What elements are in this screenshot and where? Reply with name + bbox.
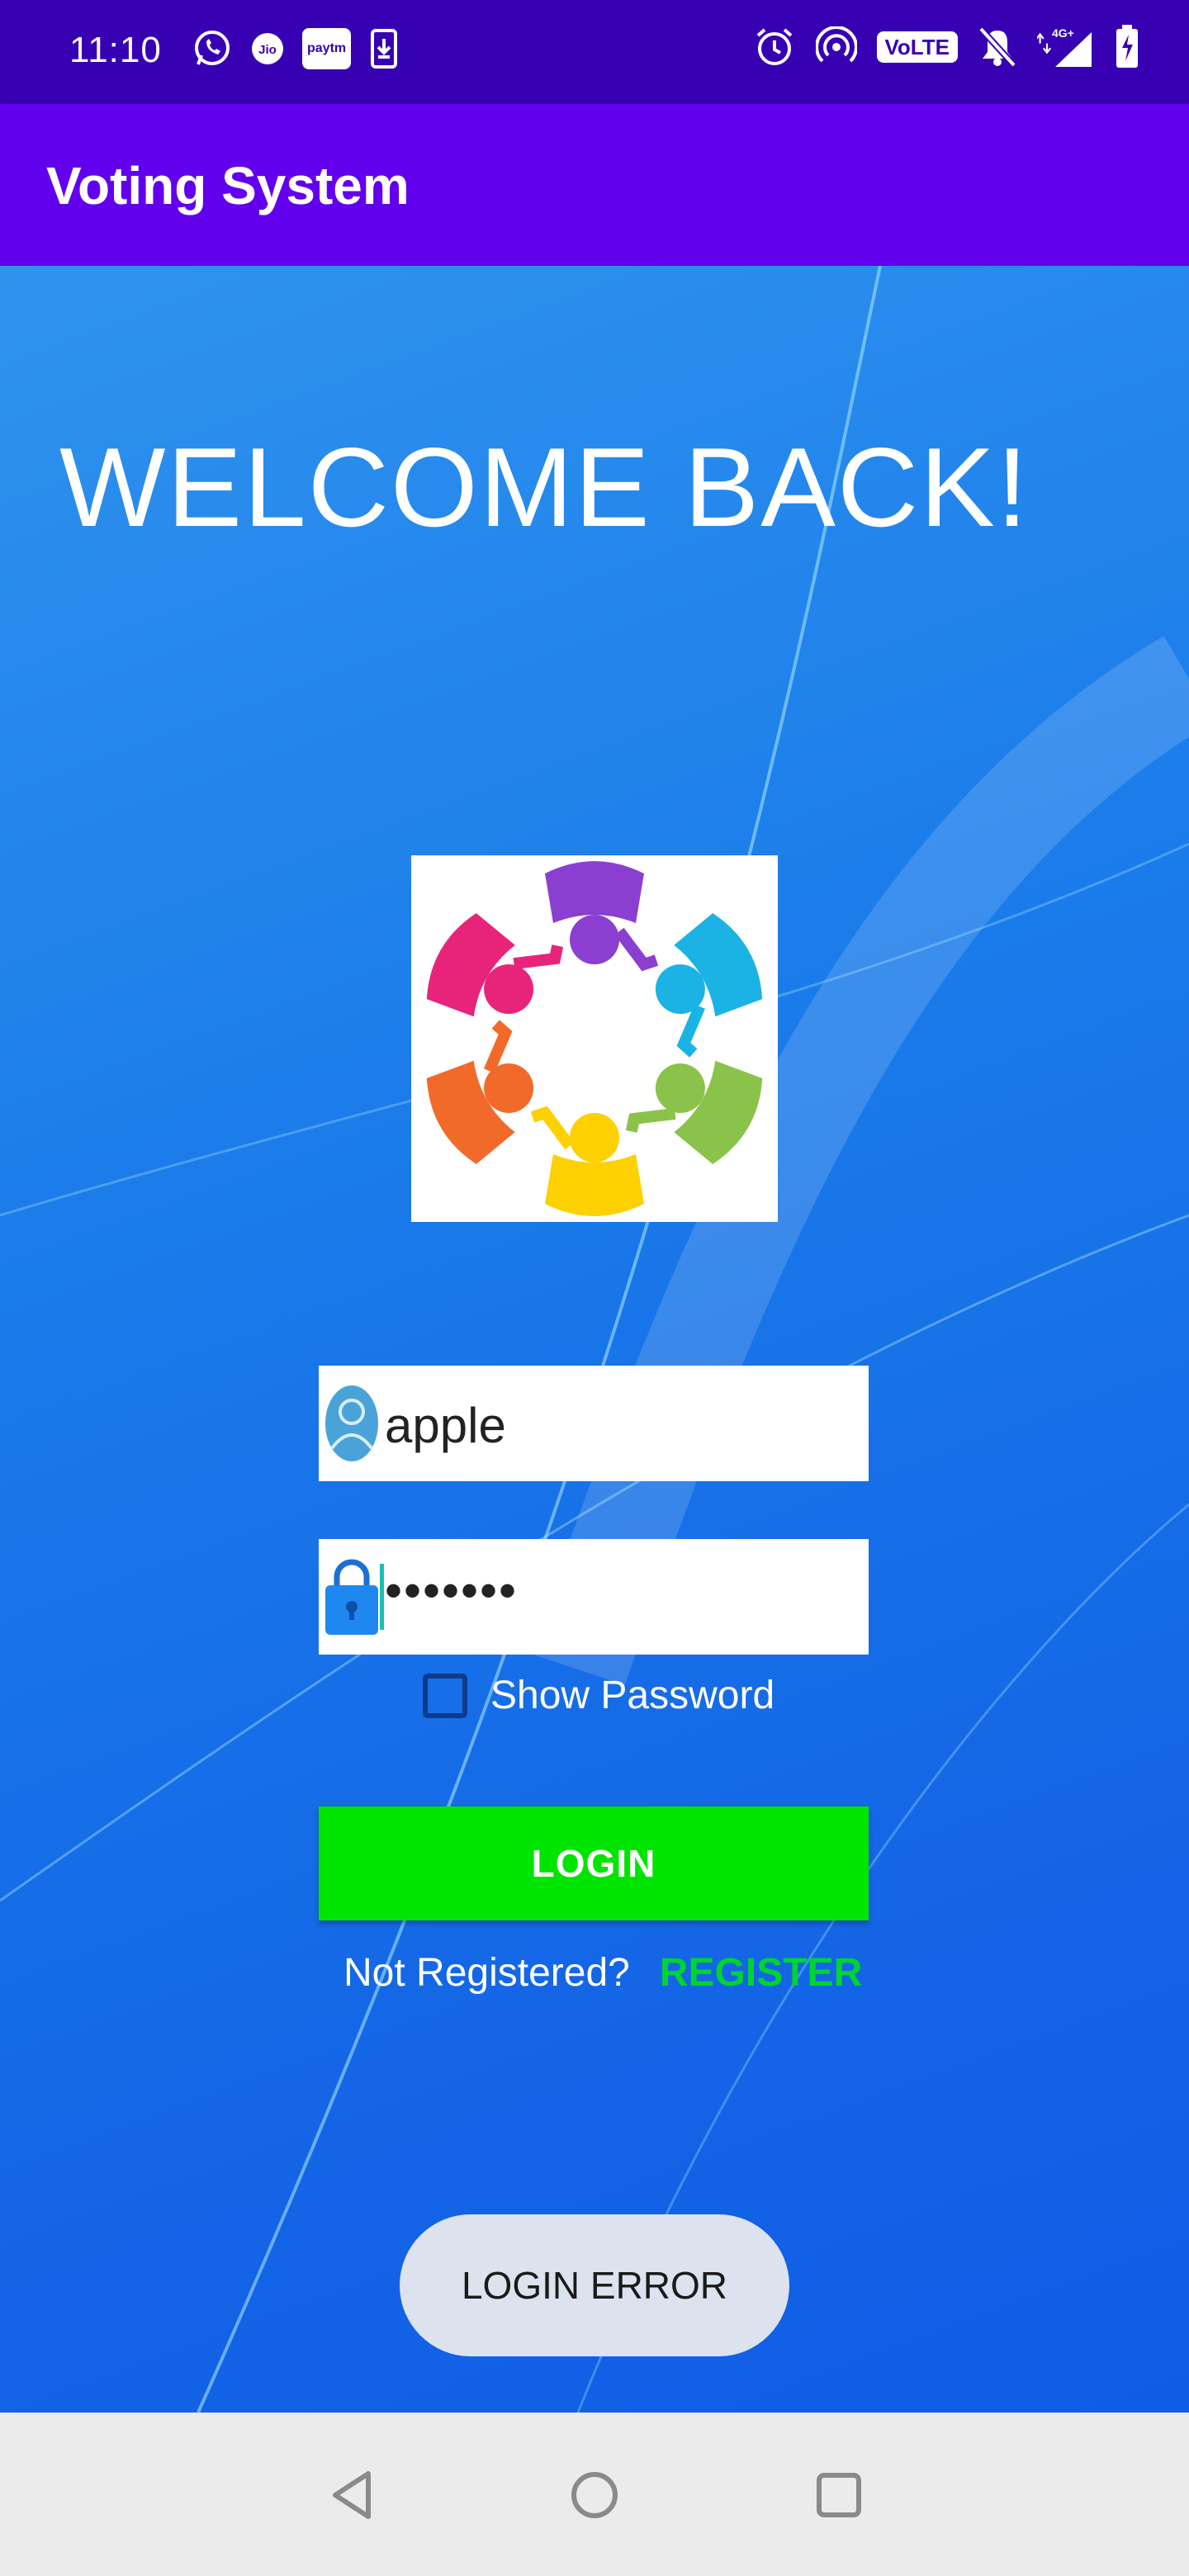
navigation-bar — [0, 2413, 1189, 2576]
password-field[interactable]: ••••••• — [319, 1539, 869, 1655]
home-icon[interactable] — [561, 2462, 628, 2528]
background-wallpaper — [0, 266, 1189, 2413]
whatsapp-icon — [192, 28, 233, 69]
people-circle-logo — [411, 855, 778, 1222]
username-field[interactable]: apple — [319, 1366, 869, 1481]
show-password-checkbox[interactable] — [423, 1673, 467, 1718]
register-link[interactable]: REGISTER — [660, 1950, 862, 1996]
not-registered-text: Not Registered? — [343, 1951, 630, 1995]
text-cursor — [380, 1564, 384, 1630]
status-bar: 11:10 Jio paytm VoLTE 4G+ — [0, 0, 1189, 104]
mute-icon — [978, 26, 1017, 69]
login-screen: WELCOME BACK! apple ••••••• Show Passwor… — [0, 266, 1189, 2413]
signal-icon: 4G+ — [1037, 26, 1095, 69]
alarm-icon — [753, 26, 796, 69]
status-time: 11:10 — [69, 30, 162, 70]
register-row: Not Registered? REGISTER — [343, 1950, 862, 1996]
status-right-icons: VoLTE 4G+ — [753, 25, 1139, 69]
status-left-icons: Jio paytm — [192, 28, 399, 69]
user-icon — [324, 1384, 380, 1463]
app-bar: Voting System — [0, 104, 1189, 266]
paytm-icon: paytm — [302, 28, 352, 69]
hotspot-icon — [815, 26, 857, 68]
login-button[interactable]: LOGIN — [319, 1807, 869, 1920]
volte-icon: VoLTE — [876, 31, 958, 63]
username-value: apple — [385, 1398, 506, 1453]
lock-icon — [324, 1557, 380, 1636]
download-icon — [369, 29, 399, 69]
jio-text: Jio — [258, 43, 277, 57]
show-password-label: Show Password — [490, 1674, 775, 1717]
toast-message: LOGIN ERROR — [400, 2214, 789, 2356]
jio-icon: Jio — [251, 32, 284, 65]
back-icon[interactable] — [319, 2462, 385, 2528]
show-password-toggle[interactable]: Show Password — [423, 1673, 775, 1718]
recents-icon[interactable] — [806, 2462, 872, 2528]
battery-icon — [1115, 25, 1139, 69]
app-title: Voting System — [46, 156, 410, 215]
password-value: ••••••• — [385, 1563, 519, 1618]
network-type-text: 4G+ — [1052, 26, 1074, 40]
welcome-heading: WELCOME BACK! — [59, 424, 1030, 550]
